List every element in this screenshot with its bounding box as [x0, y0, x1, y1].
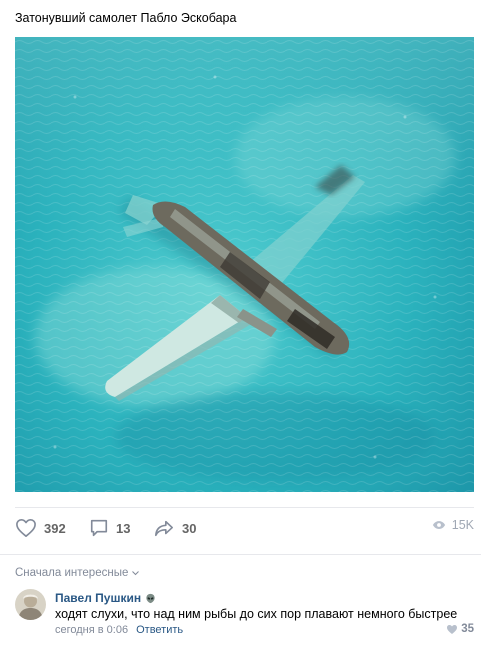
views-counter: 15K — [432, 518, 474, 532]
like-count: 392 — [44, 520, 66, 536]
chevron-down-icon — [132, 570, 140, 575]
comment-meta: сегодня в 0:06 Ответить — [55, 624, 183, 636]
post-photo[interactable] — [15, 37, 474, 492]
comment-button[interactable]: 13 — [89, 518, 130, 538]
post-actions: 392 13 30 15K — [15, 518, 474, 544]
alien-icon — [146, 593, 155, 603]
heart-icon — [447, 624, 458, 634]
reply-link[interactable]: Ответить — [136, 624, 183, 636]
share-arrow-icon — [155, 520, 173, 537]
sunken-airplane-photo — [15, 37, 474, 492]
comment-author-name: Павел Пушкин — [55, 591, 142, 605]
comment-sort-dropdown[interactable]: Сначала интересные — [15, 567, 140, 579]
comment-icon — [90, 519, 108, 537]
comment-author[interactable]: Павел Пушкин — [55, 591, 156, 605]
eye-icon — [432, 521, 445, 529]
like-button[interactable]: 392 — [15, 518, 66, 538]
heart-icon — [16, 519, 36, 537]
comment-like-count: 35 — [461, 623, 474, 635]
comment-item: Павел Пушкин ходят слухи, что над ним ры… — [15, 589, 474, 645]
comment-sort-label: Сначала интересные — [15, 567, 129, 579]
post-title: Затонувший самолет Пабло Эскобара — [15, 11, 237, 25]
comment-time[interactable]: сегодня в 0:06 — [55, 624, 128, 636]
avatar[interactable] — [15, 589, 46, 620]
comment-count: 13 — [116, 520, 131, 536]
share-count: 30 — [182, 520, 197, 536]
post-divider — [15, 507, 474, 508]
comment-like-button[interactable]: 35 — [446, 623, 474, 635]
actions-divider — [0, 554, 481, 555]
share-button[interactable]: 30 — [153, 518, 196, 538]
comment-text: ходят слухи, что над ним рыбы до сих пор… — [55, 607, 458, 621]
views-count: 15K — [451, 518, 474, 532]
